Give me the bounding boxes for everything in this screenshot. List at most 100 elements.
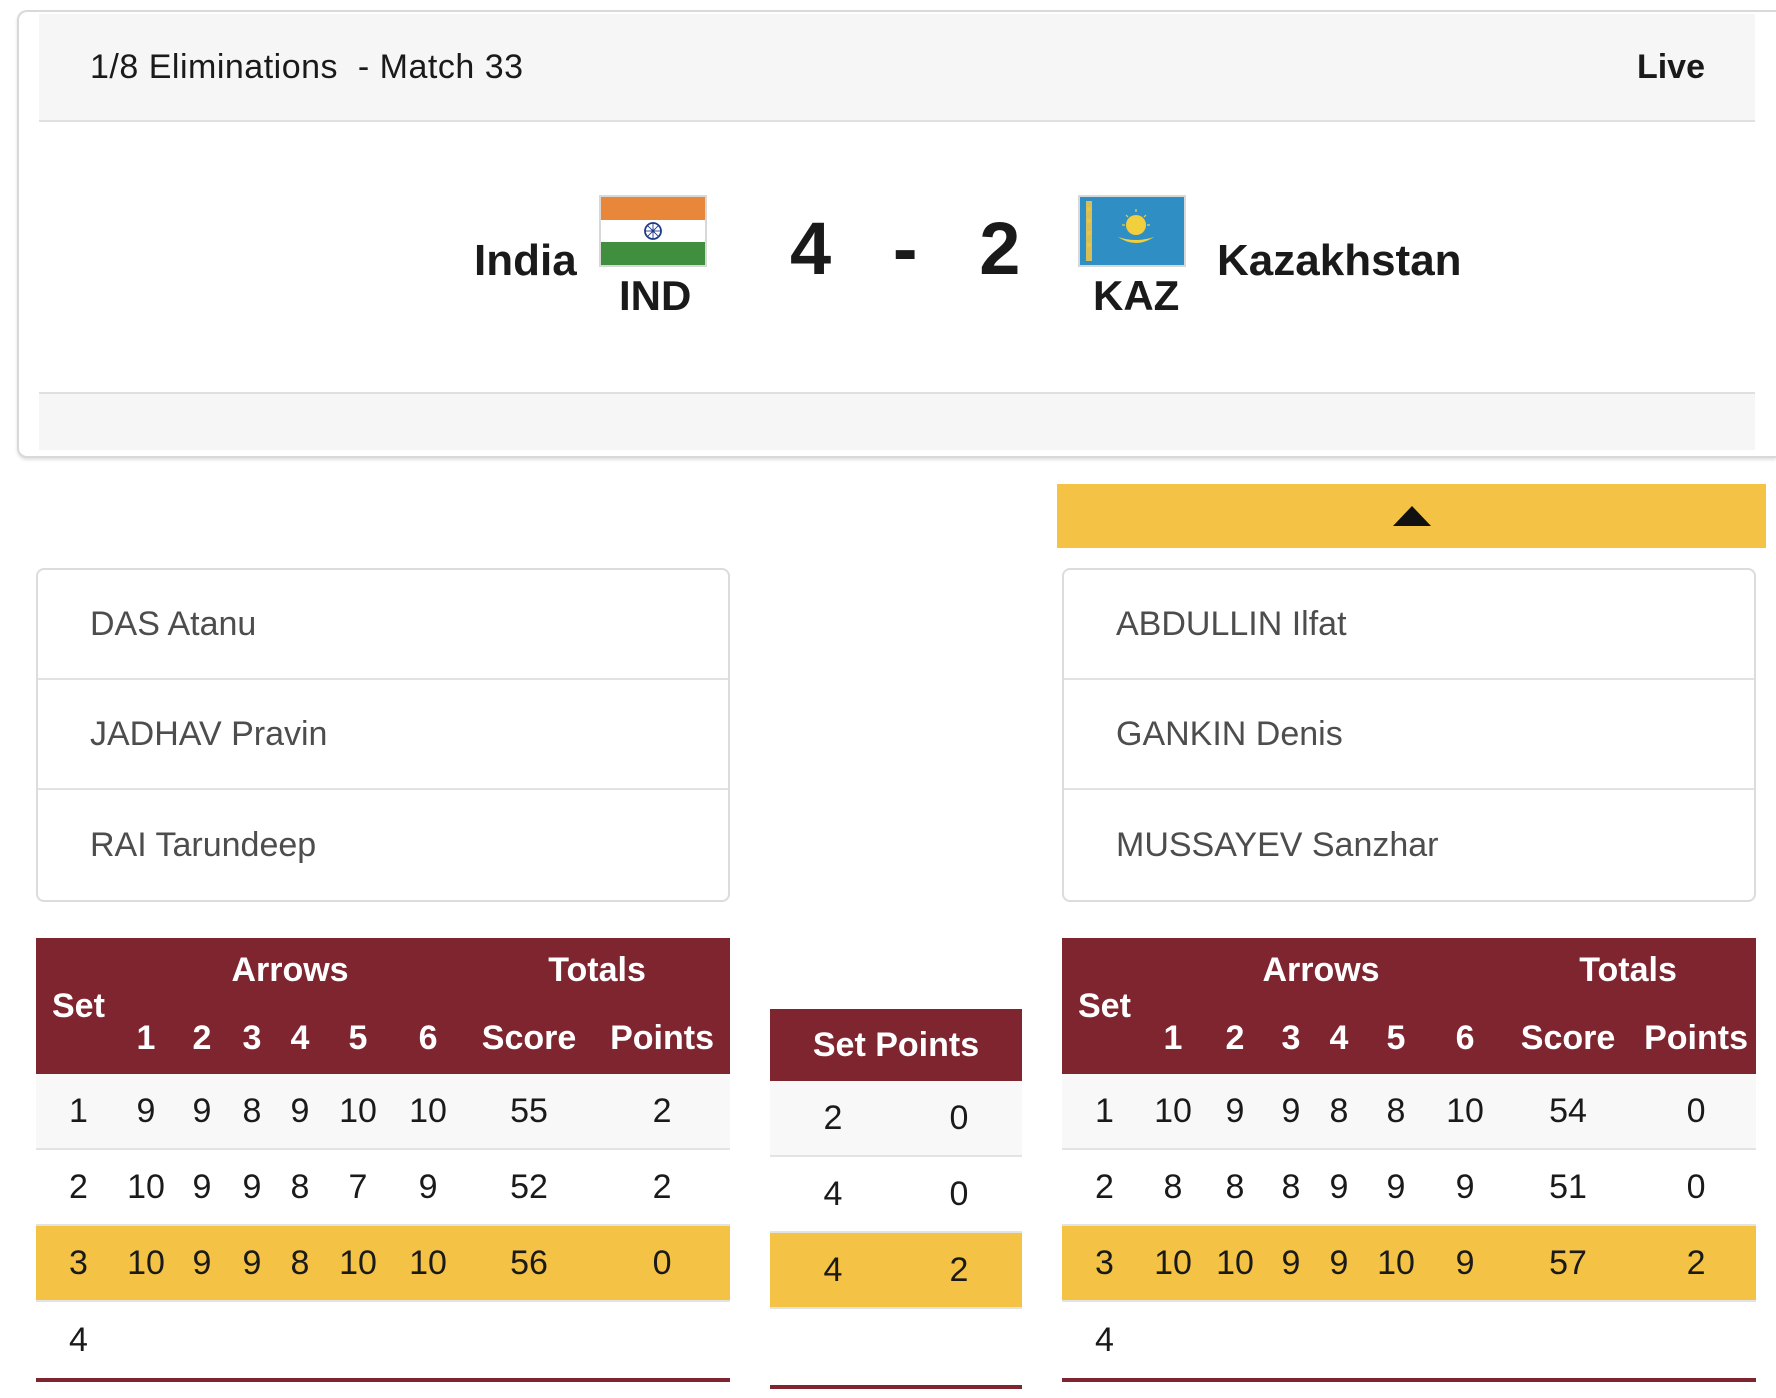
- left-team-name: India: [474, 236, 577, 285]
- set-header: Set: [36, 938, 116, 1074]
- set-score: 56: [464, 1225, 595, 1302]
- set-number: 4: [36, 1301, 116, 1382]
- set-score: [1500, 1301, 1637, 1382]
- arrow-value: 9: [1430, 1225, 1501, 1302]
- roster-athlete[interactable]: JADHAV Pravin: [38, 680, 728, 790]
- set-points: 2: [594, 1074, 731, 1150]
- arrow-value: 8: [1362, 1074, 1430, 1150]
- table-row: 4 0: [770, 1156, 1022, 1233]
- set-points: 2: [1636, 1225, 1757, 1302]
- roster-athlete[interactable]: ABDULLIN Ilfat: [1064, 570, 1754, 680]
- arrow-value: 8: [1142, 1149, 1204, 1226]
- arrow-number-header: 6: [392, 1002, 465, 1074]
- set-number: 1: [1062, 1074, 1142, 1150]
- points-header: Points: [594, 1002, 731, 1074]
- kazakhstan-flag-icon: [1078, 195, 1186, 267]
- right-set-points: 2: [896, 1232, 1022, 1309]
- arrow-value: 9: [228, 1225, 276, 1302]
- set-number: 4: [1062, 1301, 1142, 1382]
- table-row-current: 3 10 10 9 9 10 9 57 2: [1062, 1225, 1757, 1302]
- set-points: 0: [594, 1225, 731, 1302]
- set-points: 0: [1636, 1074, 1757, 1150]
- table-row: 4: [1062, 1301, 1757, 1382]
- arrow-value: 9: [116, 1074, 176, 1150]
- left-set-points: 4: [770, 1232, 896, 1309]
- arrow-value: 8: [1316, 1074, 1362, 1150]
- arrow-value: [392, 1301, 465, 1382]
- roster-athlete[interactable]: RAI Tarundeep: [38, 790, 728, 900]
- arrow-value: [116, 1301, 176, 1382]
- arrow-value: 8: [228, 1074, 276, 1150]
- left-team-code: IND: [619, 272, 692, 319]
- left-set-points: [770, 1308, 896, 1389]
- set-header: Set: [1062, 938, 1142, 1074]
- arrow-number-header: 5: [324, 1002, 392, 1074]
- arrow-value: 9: [228, 1149, 276, 1226]
- arrow-value: 10: [392, 1225, 465, 1302]
- table-row: 2 10 9 9 8 7 9 52 2: [36, 1149, 731, 1226]
- roster-athlete[interactable]: MUSSAYEV Sanzhar: [1064, 790, 1754, 900]
- arrow-number-header: 6: [1430, 1002, 1501, 1074]
- set-number: 1: [36, 1074, 116, 1150]
- left-set-points: 2: [770, 1081, 896, 1157]
- arrow-number-header: 2: [1204, 1002, 1266, 1074]
- caret-up-icon: [1392, 506, 1431, 526]
- set-points: 2: [594, 1149, 731, 1226]
- collapse-details-button[interactable]: [1057, 484, 1766, 548]
- right-team-code: KAZ: [1093, 272, 1180, 319]
- table-row: 4: [36, 1301, 731, 1382]
- set-score: 52: [464, 1149, 595, 1226]
- arrow-value: 9: [276, 1074, 324, 1150]
- left-team-roster: DAS Atanu JADHAV Pravin RAI Tarundeep: [36, 568, 730, 902]
- arrow-value: [276, 1301, 324, 1382]
- arrow-value: [1266, 1301, 1316, 1382]
- arrow-value: 10: [392, 1074, 465, 1150]
- arrow-value: 9: [1430, 1149, 1501, 1226]
- live-status: Live: [1636, 48, 1705, 86]
- arrow-value: 8: [1204, 1149, 1266, 1226]
- set-points: [594, 1301, 731, 1382]
- match-title: 1/8 Eliminations - Match 33: [90, 48, 524, 86]
- score-separator: -: [892, 207, 918, 290]
- arrow-value: 9: [176, 1225, 228, 1302]
- arrow-value: [1362, 1301, 1430, 1382]
- match-card-footer: [39, 392, 1755, 450]
- arrow-value: 10: [1430, 1074, 1501, 1150]
- left-set-points: 4: [770, 1156, 896, 1233]
- arrow-value: 9: [176, 1074, 228, 1150]
- set-score: [464, 1301, 595, 1382]
- score-header: Score: [464, 1002, 595, 1074]
- arrow-value: [1204, 1301, 1266, 1382]
- arrow-number-header: 3: [1266, 1002, 1316, 1074]
- right-set-points: 0: [896, 1156, 1022, 1233]
- arrow-number-header: 1: [116, 1002, 176, 1074]
- arrow-value: 10: [1142, 1225, 1204, 1302]
- arrow-number-header: 4: [276, 1002, 324, 1074]
- roster-athlete[interactable]: DAS Atanu: [38, 570, 728, 680]
- arrow-value: 9: [392, 1149, 465, 1226]
- right-set-points: 0: [896, 1081, 1022, 1157]
- roster-athlete[interactable]: GANKIN Denis: [1064, 680, 1754, 790]
- set-score: 57: [1500, 1225, 1637, 1302]
- table-row: [770, 1308, 1022, 1389]
- arrow-value: [1316, 1301, 1362, 1382]
- arrow-value: 7: [324, 1149, 392, 1226]
- set-score: 55: [464, 1074, 595, 1150]
- right-set-points: [896, 1308, 1022, 1389]
- arrow-number-header: 1: [1142, 1002, 1204, 1074]
- arrow-value: 9: [1316, 1225, 1362, 1302]
- table-row: 2 8 8 8 9 9 9 51 0: [1062, 1149, 1757, 1226]
- points-header: Points: [1636, 1002, 1757, 1074]
- arrow-value: 8: [276, 1225, 324, 1302]
- arrow-value: 10: [324, 1074, 392, 1150]
- arrow-value: 8: [276, 1149, 324, 1226]
- arrow-number-header: 5: [1362, 1002, 1430, 1074]
- set-score: 51: [1500, 1149, 1637, 1226]
- set-number: 3: [36, 1225, 116, 1302]
- score-header: Score: [1500, 1002, 1637, 1074]
- arrow-value: 10: [1204, 1225, 1266, 1302]
- table-row-current: 4 2: [770, 1232, 1022, 1309]
- arrow-value: 10: [1362, 1225, 1430, 1302]
- left-score-table: Set Arrows Totals 1 2 3 4 5 6 Score Poin…: [36, 938, 731, 1382]
- arrow-value: 10: [324, 1225, 392, 1302]
